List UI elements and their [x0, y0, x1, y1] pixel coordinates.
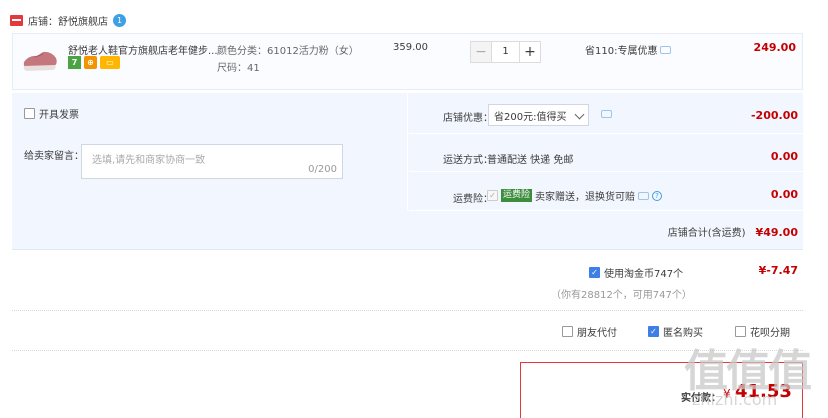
quantity-stepper: − 1 + [470, 41, 541, 63]
coin-value: ¥-7.47 [758, 264, 798, 277]
coin-note: （你有28812个，可用747个） [551, 290, 692, 301]
message-char-count: 0/200 [308, 164, 337, 175]
insurance-comment-icon[interactable] [638, 191, 650, 200]
insurance-value: 0.00 [770, 188, 798, 201]
coin-label: 使用淘金币747个 [604, 269, 684, 280]
spec-color: 颜色分类：61012活力粉（女） [217, 46, 359, 57]
chevron-down-icon [574, 109, 585, 120]
shop-discount-row: 店铺优惠： 省200元:值得买 -200.00 [409, 93, 803, 134]
shop-total-value: ¥49.00 [755, 226, 798, 239]
shipping-label: 运送方式： [443, 155, 493, 166]
coin-option[interactable]: ✓ 使用淘金币747个 [589, 265, 683, 280]
insurance-checkbox: ✓ [487, 190, 498, 201]
shop-total-label: 店铺合计(含运费) [667, 228, 746, 239]
shop-total: 店铺合计(含运费) ¥49.00 [668, 224, 798, 239]
message-label: 给卖家留言： [24, 151, 84, 162]
product-title-link[interactable]: 舒悦老人鞋官方旗舰店老年健步... [68, 42, 218, 57]
shop-label: 店铺： [28, 16, 58, 28]
wangwang-chat-icon[interactable]: 1 [113, 13, 126, 27]
shop-discount-label: 店铺优惠： [443, 113, 493, 124]
shipping-row: 运送方式： 普通配送 快递 免邮 0.00 [409, 134, 803, 172]
insurance-text: 卖家赠送，退换货可赔 [535, 192, 636, 203]
invoice-checkbox[interactable] [24, 108, 35, 119]
seven-day-return-icon: 7 [68, 56, 81, 69]
guarantee-icon: ⊕ [84, 56, 97, 69]
discount-comment-icon[interactable] [601, 110, 612, 118]
shop-discount-selected: 省200元:值得买 [494, 111, 567, 123]
shop-logo-icon [10, 14, 23, 26]
left-options-pane: 开具发票 给卖家留言： 选填,请先和商家协商一致 0/200 [12, 93, 408, 211]
card-payment-icon: ▭ [100, 56, 120, 69]
watermark-url: zhizhi.com [692, 390, 778, 409]
friend-pay-option[interactable]: 朋友代付 [562, 324, 617, 339]
promo-comment-icon[interactable] [660, 45, 672, 54]
insurance-tag: 运费险 [501, 189, 533, 202]
quantity-increase-button[interactable]: + [519, 41, 541, 63]
service-badges: 7 ⊕ ▭ [68, 56, 120, 69]
divider [12, 310, 803, 311]
item-subtotal: 249.00 [753, 41, 796, 54]
coin-checkbox[interactable]: ✓ [589, 267, 600, 278]
quantity-input[interactable]: 1 [492, 41, 519, 63]
shop-header: 店铺： 舒悦旗舰店 1 [10, 12, 126, 28]
friend-pay-checkbox[interactable] [562, 326, 573, 337]
shipping-value: 0.00 [770, 150, 798, 163]
unit-price: 359.00 [393, 42, 428, 53]
friend-pay-label: 朋友代付 [577, 328, 617, 339]
quantity-decrease-button[interactable]: − [470, 41, 492, 63]
product-thumbnail[interactable] [21, 40, 59, 78]
seller-message-textarea[interactable]: 选填,请先和商家协商一致 0/200 [81, 144, 343, 179]
order-options-block: 开具发票 给卖家留言： 选填,请先和商家协商一致 0/200 店铺优惠： 省20… [12, 93, 803, 250]
invoice-option[interactable]: 开具发票 [24, 106, 79, 121]
shop-discount-value: -200.00 [750, 109, 798, 122]
insurance-info: ✓ 运费险 卖家赠送，退换货可赔 ? [487, 188, 663, 203]
shipping-method: 普通配送 快递 免邮 [487, 155, 574, 166]
invoice-label: 开具发票 [39, 110, 79, 121]
item-promo: 省110:专属优惠 [585, 42, 672, 57]
cart-item-row: 舒悦老人鞋官方旗舰店老年健步... 7 ⊕ ▭ 颜色分类：61012活力粉（女）… [12, 33, 803, 90]
shop-name-link[interactable]: 舒悦旗舰店 [58, 13, 108, 28]
item-promo-text: 省110:专属优惠 [585, 46, 658, 57]
help-icon[interactable]: ? [652, 190, 663, 201]
spec-size: 尺码：41 [217, 63, 260, 74]
anonymous-checkbox[interactable]: ✓ [648, 326, 659, 337]
message-placeholder: 选填,请先和商家协商一致 [92, 155, 206, 166]
insurance-row: 运费险： ✓ 运费险 卖家赠送，退换货可赔 ? 0.00 [409, 172, 803, 211]
shop-discount-select[interactable]: 省200元:值得买 [488, 104, 589, 126]
